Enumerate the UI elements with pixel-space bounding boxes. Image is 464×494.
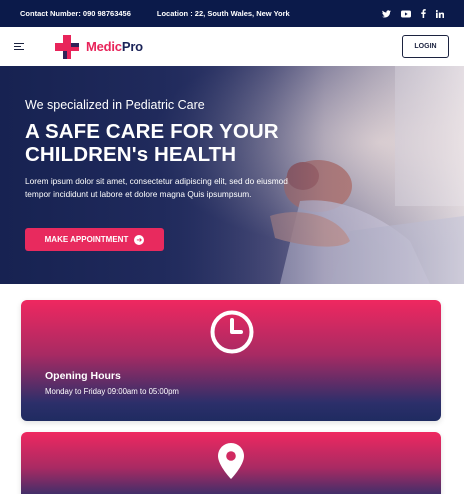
hamburger-menu-icon[interactable]: [14, 42, 26, 52]
card-title: Opening Hours: [45, 370, 121, 382]
hero-title-line2: CHILDREN's HEALTH: [25, 143, 237, 166]
hero-title-line1: A SAFE CARE FOR YOUR: [25, 120, 279, 143]
location-card: [21, 432, 441, 494]
login-button[interactable]: LOGIN: [402, 35, 449, 58]
top-info-bar: Contact Number: 090 98763456 Location : …: [0, 0, 464, 27]
opening-hours-card: Opening Hours Monday to Friday 09:00am t…: [21, 300, 441, 421]
hero-banner: We specialized in Pediatric Care A SAFE …: [0, 66, 464, 284]
arrow-right-icon: ➜: [134, 234, 145, 245]
site-header: MedicPro LOGIN: [0, 27, 464, 66]
location-pin-icon: [218, 443, 244, 479]
logo[interactable]: MedicPro: [52, 32, 143, 62]
logo-text-pro: Pro: [121, 39, 143, 54]
twitter-icon[interactable]: [382, 9, 391, 19]
make-appointment-label: MAKE APPOINTMENT: [44, 235, 129, 244]
hero-title: A SAFE CARE FOR YOUR CHILDREN's HEALTH: [25, 120, 325, 166]
contact-number: Contact Number: 090 98763456: [20, 9, 131, 18]
hero-subtitle: We specialized in Pediatric Care: [25, 98, 205, 112]
logo-text: MedicPro: [86, 39, 143, 54]
social-links: [382, 9, 444, 19]
hero-content: We specialized in Pediatric Care A SAFE …: [25, 98, 325, 200]
clock-icon: [210, 310, 254, 354]
youtube-icon[interactable]: [401, 9, 411, 19]
medical-cross-logo-icon: [55, 34, 79, 59]
hero-description: Lorem ipsum dolor sit amet, consectetur …: [25, 176, 288, 199]
location-address: Location : 22, South Wales, New York: [156, 9, 290, 18]
make-appointment-button[interactable]: MAKE APPOINTMENT ➜: [25, 228, 164, 251]
linkedin-icon[interactable]: [436, 9, 444, 19]
facebook-icon[interactable]: [421, 9, 426, 19]
card-text: Monday to Friday 09:00am to 05:00pm: [45, 387, 179, 396]
logo-text-medic: Medic: [86, 39, 122, 54]
